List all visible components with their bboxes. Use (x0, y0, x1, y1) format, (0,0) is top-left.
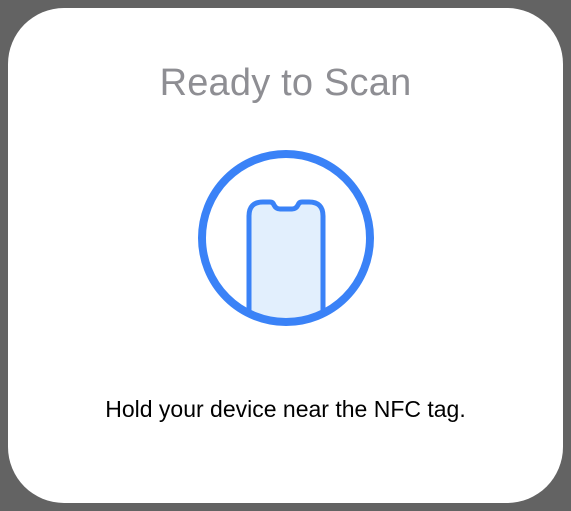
sheet-title: Ready to Scan (159, 62, 412, 104)
phone-outline-icon (246, 199, 326, 322)
scan-instruction: Hold your device near the NFC tag. (105, 396, 466, 422)
nfc-scan-sheet: Ready to Scan Hold your device near the … (8, 8, 563, 503)
phone-in-circle-icon (198, 150, 374, 326)
